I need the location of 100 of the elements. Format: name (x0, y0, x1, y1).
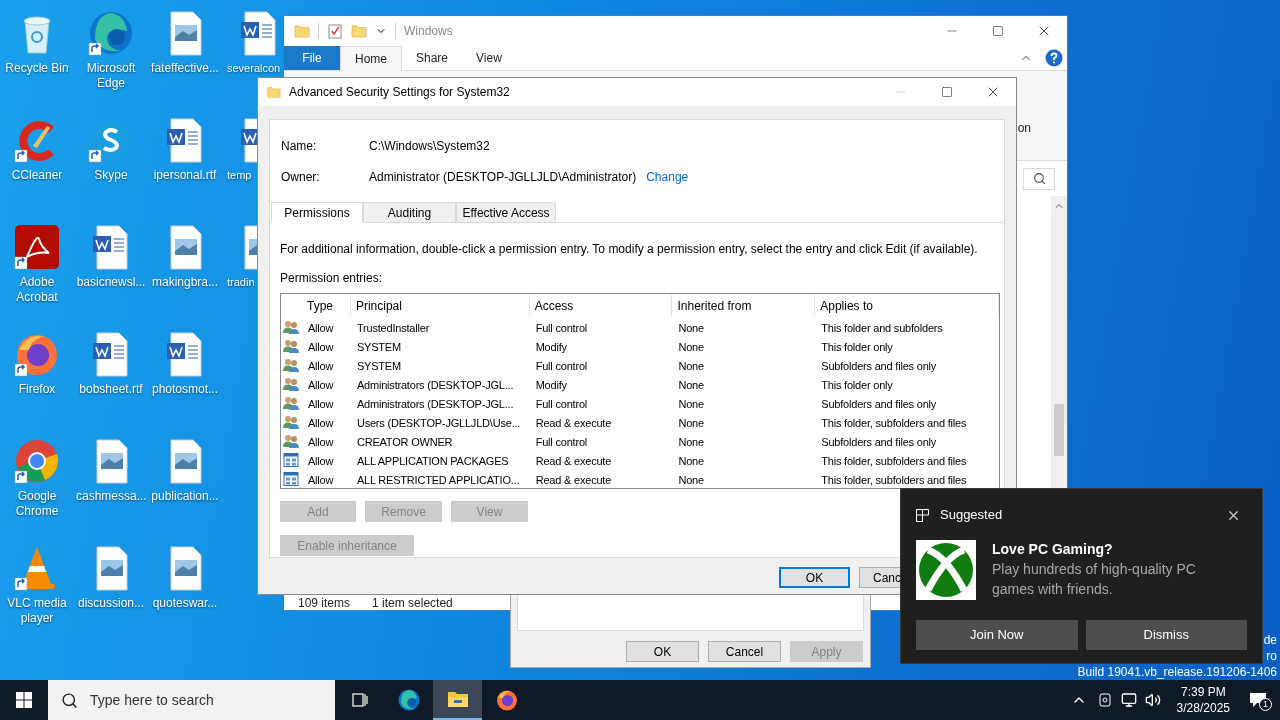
network-icon[interactable] (1120, 692, 1137, 708)
scrollbar-thumb[interactable] (1054, 404, 1064, 456)
maximize-icon[interactable] (992, 25, 1004, 37)
column-header[interactable]: Principal (350, 294, 530, 317)
maximize-icon[interactable] (941, 86, 953, 98)
table-cell: Allow (307, 435, 334, 448)
users-icon (283, 413, 300, 430)
taskbar-search-field[interactable]: Type here to search (48, 680, 335, 720)
ribbon-tab[interactable]: Home (340, 46, 402, 71)
folder-icon (267, 85, 281, 99)
table-cell: ALL RESTRICTED APPLICATIO... (356, 473, 520, 486)
section-label: Permission entries: (280, 270, 384, 287)
table-cell: Users (DESKTOP-JGLLJLD\Use... (356, 416, 521, 429)
table-cell: None (678, 340, 704, 353)
users-icon (283, 432, 300, 449)
ribbon-tab[interactable]: Share (402, 46, 463, 70)
ribbon-tab[interactable]: View (462, 46, 516, 70)
table-cell: Read & execute (535, 473, 612, 486)
field-value: Administrator (DESKTOP-JGLLJLD\Administrator) (369, 169, 637, 186)
permission-row[interactable]: Allow SYSTEM Full control None Subfolders and files only (281, 355, 999, 374)
dialog-button[interactable]: Cancel (708, 641, 781, 662)
table-cell: This folder, subfolders and files (821, 416, 967, 429)
column-header[interactable]: Inherited from (672, 294, 816, 317)
table-cell: Full control (535, 321, 588, 334)
field-label: Owner: (281, 169, 321, 186)
field-label: Name: (281, 138, 318, 155)
table-cell: Read & execute (535, 416, 612, 429)
search-placeholder: Type here to search (90, 690, 214, 710)
table-cell: None (678, 473, 704, 486)
watermark-text: de (1263, 632, 1277, 648)
info-text: For additional information, double-click a permission entry. To modify a permission entry, select the entry and click Edit (if available). (280, 241, 979, 258)
dialog-button[interactable]: OK (779, 567, 850, 588)
table-cell: None (678, 416, 704, 429)
column-header[interactable]: Applies to (815, 294, 999, 317)
table-cell: Read & execute (535, 454, 612, 467)
table-cell: None (678, 454, 704, 467)
table-cell: Allow (307, 359, 334, 372)
table-cell: None (678, 321, 704, 334)
notification-badge: 1 (1259, 698, 1272, 711)
table-cell: None (678, 359, 704, 372)
users-icon (283, 337, 300, 354)
search-icon (1032, 172, 1046, 185)
table-cell: SYSTEM (356, 359, 401, 372)
search-icon (61, 691, 78, 709)
table-cell: Allow (307, 473, 334, 486)
permission-row[interactable]: Allow Users (DESKTOP-JGLLJLD\Use... Read & execute None This folder, subfolders and files (281, 412, 999, 431)
table-cell: This folder only (821, 340, 893, 353)
watermark-text: ro (1266, 648, 1277, 664)
toast-button[interactable]: Join Now (916, 620, 1078, 650)
toast-header: Suggested (940, 506, 1003, 525)
ribbon-tab[interactable]: File (284, 46, 340, 70)
clock[interactable]: 7:39 PM 3/28/2025 (1170, 684, 1236, 716)
permission-row[interactable]: Allow Administrators (DESKTOP-JGL... Modify None This folder only (281, 374, 999, 393)
table-cell: Administrators (DESKTOP-JGL... (356, 397, 514, 410)
change-link[interactable]: Change (646, 168, 689, 186)
status-text: 1 item selected (372, 596, 453, 610)
help-icon[interactable] (1045, 49, 1063, 67)
notifications-button[interactable]: 1 (1236, 680, 1280, 720)
table-cell: This folder, subfolders and files (821, 473, 967, 486)
table-cell: Allow (307, 340, 334, 353)
table-cell: Allow (307, 321, 334, 334)
tab[interactable]: Permissions (271, 202, 363, 223)
table-cell: Subfolders and files only (821, 359, 937, 372)
permission-row[interactable]: Allow Administrators (DESKTOP-JGL... Full control None Subfolders and files only (281, 393, 999, 412)
users-icon (283, 356, 300, 373)
permission-row[interactable]: Allow ALL APPLICATION PACKAGES Read & execute None This folder, subfolders and files (281, 450, 999, 469)
window-title: Windows (404, 23, 453, 40)
table-cell: This folder and subfolders (821, 321, 943, 334)
permission-row[interactable]: Allow TrustedInstaller Full control None This folder and subfolders (281, 317, 999, 336)
task-view-icon (350, 691, 369, 709)
table-cell: None (678, 378, 704, 391)
watermark-text: Build 19041.vb_release.191206-1406 (1077, 664, 1277, 680)
table-cell: TrustedInstaller (356, 321, 430, 334)
table-cell: None (678, 397, 704, 410)
table-cell: None (678, 435, 704, 448)
table-cell: SYSTEM (356, 340, 401, 353)
column-header[interactable]: Type (302, 294, 351, 317)
field-value: C:\Windows\System32 (369, 138, 490, 155)
toast-button[interactable]: Dismiss (1085, 620, 1247, 650)
table-cell: Subfolders and files only (821, 397, 937, 410)
volume-icon[interactable] (1144, 692, 1161, 708)
table-cell: This folder, subfolders and files (821, 454, 967, 467)
permission-row[interactable]: Allow CREATOR OWNER Full control None Subfolders and files only (281, 431, 999, 450)
search-field[interactable] (1023, 167, 1055, 190)
column-header[interactable]: Access (529, 294, 673, 317)
firefox-icon (494, 688, 519, 712)
permission-row[interactable]: Allow ALL RESTRICTED APPLICATIO... Read & execute None This folder, subfolders and files (281, 469, 999, 488)
properties-icon[interactable] (327, 23, 343, 39)
table-cell: CREATOR OWNER (356, 435, 453, 448)
tab[interactable]: Effective Access (456, 202, 556, 223)
dialog-button[interactable]: OK (626, 641, 699, 662)
xbox-logo-icon (916, 540, 976, 600)
taskbar-app[interactable] (433, 680, 482, 720)
tab[interactable]: Auditing (363, 202, 456, 223)
users-icon (283, 375, 300, 392)
device-icon[interactable] (1096, 692, 1113, 708)
table-cell: Administrators (DESKTOP-JGL... (356, 378, 514, 391)
permission-row[interactable]: Allow SYSTEM Modify None This folder only (281, 336, 999, 355)
table-cell: Modify (535, 340, 567, 353)
tile-icon (916, 508, 929, 522)
